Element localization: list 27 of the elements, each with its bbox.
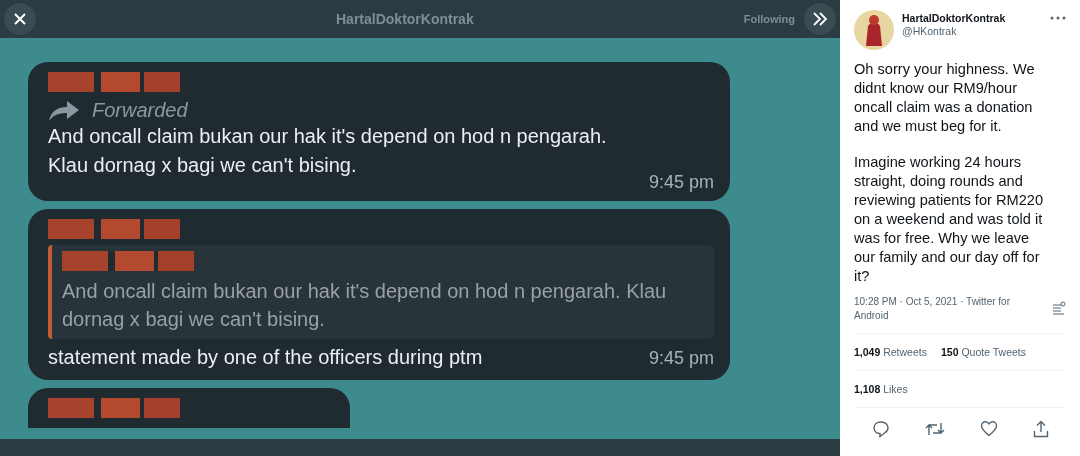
stat-link[interactable]: 1,108 Likes	[854, 383, 908, 395]
double-chevron-icon	[812, 12, 828, 26]
author-name[interactable]: HartalDoktorKontrak	[902, 12, 1042, 24]
more-icon[interactable]	[1050, 16, 1066, 20]
message-text: And oncall claim bukan our hak it's depend on hod n pengarah. Klau dornag x bagi we can't bising.	[48, 124, 607, 178]
tweet-text: Oh sorry your highness. We didnt know our RM9/hour oncall claim was a donation and we must beg for it.	[854, 60, 1036, 136]
stat-link[interactable]: 1,049 Retweets	[854, 346, 927, 358]
author-handle[interactable]: @HKontrak	[902, 25, 1042, 37]
share-icon[interactable]	[1032, 420, 1049, 438]
reply-icon[interactable]	[871, 420, 890, 438]
stat-link[interactable]: 150 Quote Tweets	[940, 346, 1026, 358]
close-button[interactable]	[4, 3, 36, 35]
heart-icon[interactable]	[979, 420, 998, 437]
close-icon	[13, 12, 27, 26]
avatar-icon	[854, 10, 894, 50]
retweet-icon[interactable]	[924, 420, 945, 438]
tweet-text: Imagine working 24 hours straight, doing rounds and reviewing patients for RM220 on a weekend and was told it was for free. Why we leave our family and our day off for it?	[854, 153, 1044, 286]
profile-title: HartalDoktorKontrak	[336, 11, 474, 27]
expand-button[interactable]	[804, 3, 836, 35]
analytics-icon[interactable]	[1052, 301, 1066, 317]
forwarded-label: Forwarded	[92, 98, 188, 122]
message-time: 9:45 pm	[648, 348, 714, 369]
forward-arrow-icon	[48, 98, 80, 122]
quoted-text: And oncall claim bukan our hak it's depend on hod n pengarah. Klau dornag x bagi we can't bising.	[62, 279, 668, 332]
message-text: statement made by one of the officers during ptm	[48, 345, 483, 370]
tweet-timestamp: 10:28 PM · Oct 5, 2021 · Twitter for Android	[854, 295, 1011, 323]
message-time: 9:45 pm	[648, 172, 714, 193]
